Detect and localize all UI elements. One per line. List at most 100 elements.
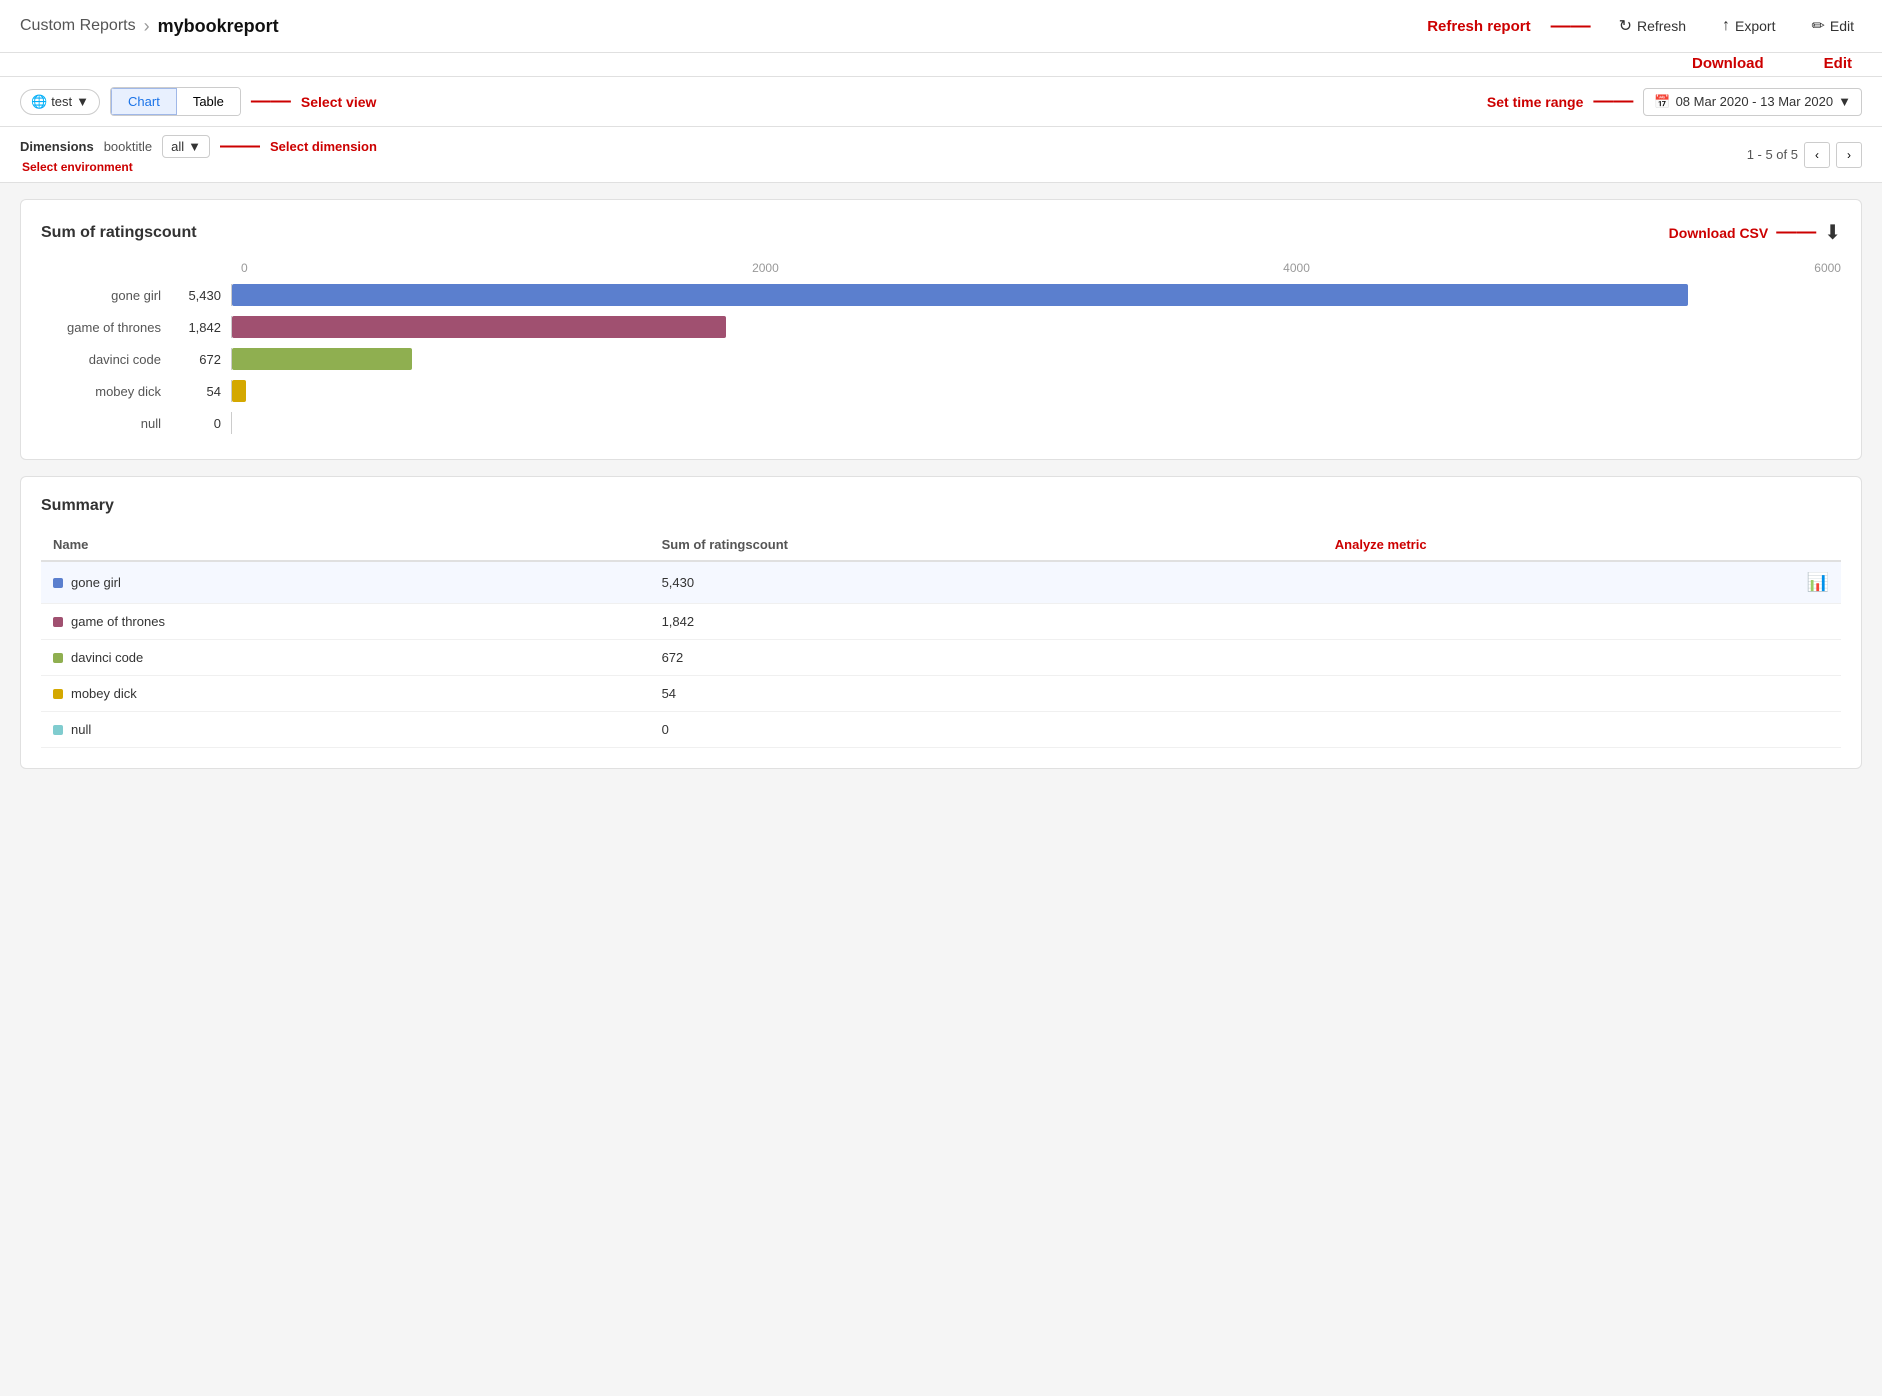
select-dim-dash: —— [220, 135, 260, 158]
table-tab[interactable]: Table [177, 88, 240, 115]
chart-bar-area [231, 412, 1841, 434]
summary-metric-cell: 1,842 [650, 604, 1323, 640]
chart-bar-area [231, 284, 1841, 306]
chart-row-label: davinci code [41, 352, 171, 367]
date-range-label: 08 Mar 2020 - 13 Mar 2020 [1676, 94, 1834, 109]
summary-row-label: mobey dick [71, 686, 137, 701]
chart-row-label: null [41, 416, 171, 431]
calendar-icon: 📅 [1654, 94, 1670, 110]
chart-row: mobey dick 54 [41, 375, 1841, 407]
date-range-dropdown-icon: ▼ [1838, 94, 1851, 109]
edit-label: Edit [1830, 18, 1854, 34]
date-range-selector[interactable]: 📅 08 Mar 2020 - 13 Mar 2020 ▼ [1643, 88, 1862, 116]
analyze-button[interactable]: 📊 [1807, 572, 1829, 592]
analyze-metric-annotation: Analyze metric [1323, 529, 1841, 561]
table-row: davinci code 672 [41, 640, 1841, 676]
summary-name-cell: gone girl [41, 561, 650, 604]
color-indicator [53, 725, 63, 735]
breadcrumb-current: mybookreport [158, 16, 279, 37]
select-dim-annotation: Select dimension [270, 139, 377, 154]
dimension-filter-value: all [171, 139, 184, 154]
chart-row-label: game of thrones [41, 320, 171, 335]
summary-name-cell: null [41, 712, 650, 748]
chart-bar-area [231, 348, 1841, 370]
chart-header: Sum of ratingscount Download CSV —— ⬇ [41, 220, 1841, 245]
chart-row: gone girl 5,430 [41, 279, 1841, 311]
summary-analyze-cell [1323, 604, 1841, 640]
header-actions: Refresh report —— ↻ Refresh ↑ Export ✏ E… [1427, 12, 1862, 40]
download-csv-dash: —— [1776, 221, 1816, 244]
chart-bar-area [231, 380, 1841, 402]
chart-tab[interactable]: Chart [111, 88, 177, 115]
dimensions-bar: Dimensions booktitle all ▼ —— Select dim… [0, 127, 1882, 183]
summary-row-label: gone girl [71, 575, 121, 590]
pagination: 1 - 5 of 5 ‹ › [1747, 142, 1862, 168]
export-button[interactable]: ↑ Export [1714, 13, 1783, 39]
env-label: test [51, 94, 72, 109]
main-content: Sum of ratingscount Download CSV —— ⬇ 0 … [0, 183, 1882, 785]
summary-title: Summary [41, 497, 1841, 515]
summary-analyze-cell: 📊 [1323, 561, 1841, 604]
chart-row-value: 1,842 [171, 320, 231, 335]
env-dropdown-icon: ▼ [76, 94, 89, 109]
export-label: Export [1735, 18, 1775, 34]
select-env-annotation: Select environment [22, 160, 377, 174]
refresh-button[interactable]: ↻ Refresh [1611, 12, 1694, 40]
summary-name-cell: mobey dick [41, 676, 650, 712]
dimension-field: booktitle [104, 139, 152, 154]
summary-card: Summary Name Sum of ratingscount Analyze… [20, 476, 1862, 769]
axis-label-6000: 6000 [1814, 261, 1841, 275]
chart-bar [232, 380, 246, 402]
summary-row-label: davinci code [71, 650, 143, 665]
chart-bar [232, 316, 726, 338]
summary-tbody: gone girl 5,430 📊 game of thrones 1,842 … [41, 561, 1841, 748]
dimensions-label: Dimensions [20, 139, 94, 154]
page-header: Custom Reports › mybookreport Refresh re… [0, 0, 1882, 53]
summary-metric-cell: 54 [650, 676, 1323, 712]
chart-row: game of thrones 1,842 [41, 311, 1841, 343]
summary-row-label: game of thrones [71, 614, 165, 629]
download-annotation: Download [1692, 55, 1764, 72]
dimension-filter[interactable]: all ▼ [162, 135, 210, 158]
chart-container: 0 2000 4000 6000 gone girl 5,430 game of… [41, 261, 1841, 439]
globe-icon: 🌐 [31, 94, 47, 110]
breadcrumb-parent[interactable]: Custom Reports [20, 17, 136, 35]
color-indicator [53, 617, 63, 627]
summary-table: Name Sum of ratingscount Analyze metric … [41, 529, 1841, 748]
set-time-dash: —— [1593, 90, 1633, 113]
chart-axis: 0 2000 4000 6000 [241, 261, 1841, 275]
summary-analyze-cell [1323, 676, 1841, 712]
col-name-header: Name [41, 529, 650, 561]
table-row: gone girl 5,430 📊 [41, 561, 1841, 604]
breadcrumb: Custom Reports › mybookreport [20, 16, 1417, 37]
summary-metric-cell: 5,430 [650, 561, 1323, 604]
chart-row-value: 672 [171, 352, 231, 367]
select-view-annotation: Select view [301, 94, 377, 110]
prev-page-button[interactable]: ‹ [1804, 142, 1830, 168]
chart-row-value: 54 [171, 384, 231, 399]
download-csv-button[interactable]: ⬇ [1824, 220, 1841, 245]
summary-name-cell: game of thrones [41, 604, 650, 640]
edit-icon: ✏ [1811, 16, 1824, 36]
export-icon: ↑ [1722, 17, 1730, 35]
summary-analyze-cell [1323, 640, 1841, 676]
chart-row-value: 5,430 [171, 288, 231, 303]
table-row: game of thrones 1,842 [41, 604, 1841, 640]
view-tabs: Chart Table [110, 87, 241, 116]
edit-button[interactable]: ✏ Edit [1803, 12, 1862, 40]
table-row: mobey dick 54 [41, 676, 1841, 712]
table-row: null 0 [41, 712, 1841, 748]
chart-row-label: gone girl [41, 288, 171, 303]
summary-metric-cell: 0 [650, 712, 1323, 748]
chart-bar [232, 284, 1688, 306]
refresh-icon: ↻ [1619, 16, 1632, 36]
chart-rows: gone girl 5,430 game of thrones 1,842 da… [41, 279, 1841, 439]
breadcrumb-separator: › [144, 16, 150, 37]
refresh-report-annotation: Refresh report [1427, 18, 1530, 35]
dimension-filter-icon: ▼ [188, 139, 201, 154]
environment-selector[interactable]: 🌐 test ▼ [20, 89, 100, 115]
chart-bar [232, 348, 412, 370]
axis-label-2000: 2000 [752, 261, 779, 275]
summary-metric-cell: 672 [650, 640, 1323, 676]
next-page-button[interactable]: › [1836, 142, 1862, 168]
